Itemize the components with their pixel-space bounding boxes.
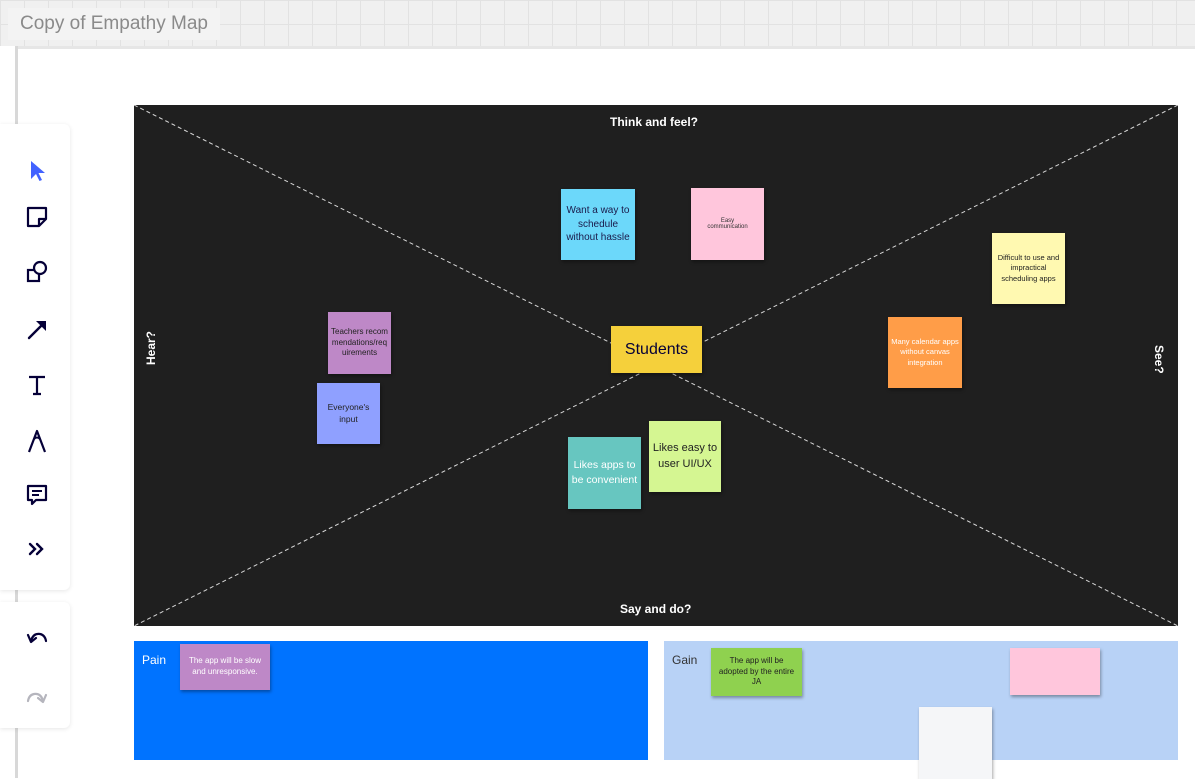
- sticky-note[interactable]: Difficult to use and impractical schedul…: [992, 233, 1065, 304]
- undo-icon[interactable]: [22, 622, 52, 652]
- creation-toolbar: [0, 124, 70, 590]
- quadrant-label-see: See?: [1152, 345, 1166, 374]
- canvas-top-edge: [15, 46, 1195, 49]
- empathy-map-board[interactable]: Think and feel? Say and do? Hear? See? S…: [134, 105, 1178, 626]
- blank-sticky-note[interactable]: [1010, 648, 1100, 695]
- center-sticky-students[interactable]: Students: [611, 326, 702, 373]
- pain-section[interactable]: Pain The app will be slow and unresponsi…: [134, 641, 648, 760]
- pen-icon[interactable]: [22, 426, 52, 456]
- sticky-text: Teachers recommendations/requirements: [331, 326, 388, 358]
- sticky-note[interactable]: Teachers recommendations/requirements: [328, 312, 391, 374]
- sticky-text: Everyone's input: [327, 402, 370, 424]
- text-icon[interactable]: [22, 370, 52, 400]
- sticky-text: Likes easy to user UI/UX: [652, 442, 718, 470]
- redo-icon[interactable]: [22, 682, 52, 712]
- quadrant-label-hear: Hear?: [144, 330, 158, 365]
- sticky-text: Many calendar apps without canvas integr…: [891, 337, 959, 367]
- comment-icon[interactable]: [22, 480, 52, 510]
- sticky-note[interactable]: Everyone's input: [317, 383, 380, 444]
- board-title[interactable]: Copy of Empathy Map: [8, 8, 220, 40]
- sticky-note[interactable]: The app will be slow and unresponsive.: [180, 644, 270, 690]
- arrow-icon[interactable]: [22, 314, 52, 344]
- quadrant-label-say-do: Say and do?: [620, 602, 692, 616]
- sticky-text: The app will be slow and unresponsive.: [188, 656, 262, 676]
- history-toolbar: [0, 602, 70, 728]
- sticky-text: Students: [624, 340, 689, 358]
- sticky-note[interactable]: Likes apps to be convenient: [568, 437, 641, 509]
- shapes-icon[interactable]: [22, 257, 52, 287]
- sticky-note[interactable]: Likes easy to user UI/UX: [649, 421, 721, 492]
- select-icon[interactable]: [22, 156, 52, 186]
- sticky-note-icon[interactable]: [22, 202, 52, 232]
- blank-sticky-note[interactable]: [919, 707, 992, 779]
- sticky-note[interactable]: Many calendar apps without canvas integr…: [888, 317, 962, 388]
- sticky-text: Likes apps to be convenient: [571, 459, 638, 486]
- board-header: Copy of Empathy Map: [0, 0, 1195, 46]
- sticky-note[interactable]: The app will be adopted by the entire JA: [711, 648, 802, 696]
- sticky-text: Easy communication: [707, 218, 748, 230]
- sticky-text: The app will be adopted by the entire JA: [718, 655, 795, 687]
- sticky-note[interactable]: Easy communication: [691, 188, 764, 260]
- pain-label: Pain: [142, 653, 167, 667]
- sticky-text: Want a way to schedule without hassle: [566, 205, 630, 244]
- gain-section[interactable]: Gain The app will be adopted by the enti…: [664, 641, 1178, 779]
- quadrant-label-think-feel: Think and feel?: [610, 115, 699, 129]
- sticky-text: Difficult to use and impractical schedul…: [997, 253, 1060, 283]
- gain-label: Gain: [672, 653, 698, 667]
- more-icon[interactable]: [22, 534, 52, 564]
- sticky-note[interactable]: Want a way to schedule without hassle: [561, 189, 635, 260]
